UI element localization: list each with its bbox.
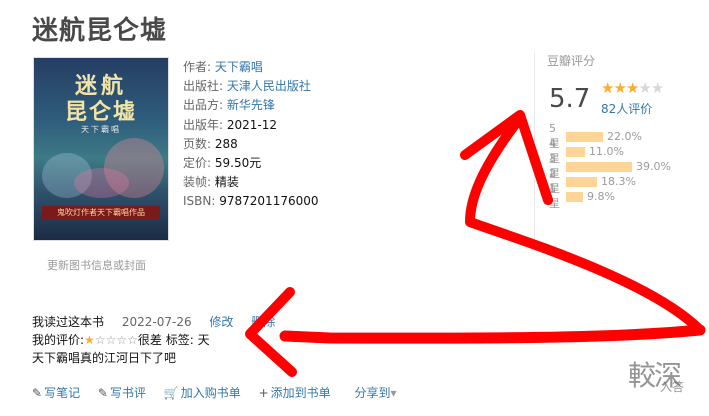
red-arrow-annotation xyxy=(245,110,706,377)
watermark-small: 入答 xyxy=(660,380,685,394)
arrow-horizontal-stroke xyxy=(279,324,706,344)
arrow-vertical-stroke xyxy=(465,113,705,335)
